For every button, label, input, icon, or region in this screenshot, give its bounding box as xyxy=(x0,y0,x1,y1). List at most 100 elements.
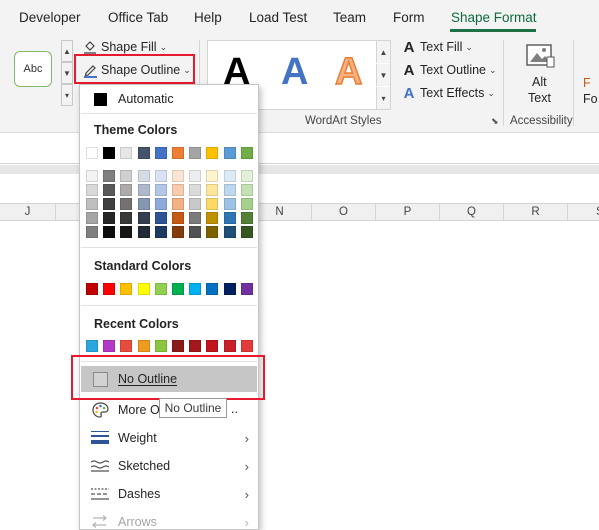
theme-color-swatch[interactable] xyxy=(86,170,98,182)
theme-color-swatch[interactable] xyxy=(172,198,184,210)
theme-color-swatch[interactable] xyxy=(86,184,98,196)
standard-color-swatch[interactable] xyxy=(154,283,167,295)
theme-color-swatch[interactable] xyxy=(240,184,253,196)
tab-developer[interactable]: Developer xyxy=(19,10,81,25)
theme-color-swatch[interactable] xyxy=(223,226,236,238)
theme-color-swatch[interactable] xyxy=(206,147,219,159)
tab-help[interactable]: Help xyxy=(194,10,222,25)
recent-color-swatch[interactable] xyxy=(120,340,133,352)
theme-color-swatch[interactable] xyxy=(206,170,219,182)
theme-color-swatch[interactable] xyxy=(120,226,133,238)
tab-office-tab[interactable]: Office Tab xyxy=(108,10,168,25)
theme-color-swatch[interactable] xyxy=(172,170,184,182)
theme-color-swatch[interactable] xyxy=(137,226,150,238)
theme-color-swatch[interactable] xyxy=(86,226,98,238)
partial-next-command-2[interactable]: Fo xyxy=(583,92,598,106)
gallery-more[interactable]: ▾ xyxy=(61,84,73,106)
theme-color-swatch[interactable] xyxy=(154,212,167,224)
column-header-p[interactable]: P xyxy=(376,204,440,221)
theme-color-swatch[interactable] xyxy=(189,170,202,182)
menu-item-dashes[interactable]: Dashes › xyxy=(81,481,257,507)
menu-item-automatic[interactable]: Automatic xyxy=(81,86,257,112)
standard-color-swatch[interactable] xyxy=(103,283,116,295)
recent-color-swatch[interactable] xyxy=(206,340,219,352)
theme-color-swatch[interactable] xyxy=(172,147,184,159)
standard-color-swatch[interactable] xyxy=(120,283,133,295)
theme-color-swatch[interactable] xyxy=(189,226,202,238)
wordart-more[interactable]: ▾ xyxy=(376,87,390,109)
theme-color-swatch[interactable] xyxy=(223,170,236,182)
theme-color-swatch[interactable] xyxy=(154,198,167,210)
theme-color-swatch[interactable] xyxy=(154,184,167,196)
theme-color-swatch[interactable] xyxy=(189,212,202,224)
column-header-s[interactable]: S xyxy=(568,204,599,221)
recent-color-swatch[interactable] xyxy=(86,340,98,352)
menu-item-sketched[interactable]: Sketched › xyxy=(81,453,257,479)
theme-color-swatch[interactable] xyxy=(103,170,116,182)
recent-color-swatch[interactable] xyxy=(223,340,236,352)
theme-color-swatch[interactable] xyxy=(240,226,253,238)
theme-color-swatch[interactable] xyxy=(223,147,236,159)
theme-color-swatch[interactable] xyxy=(103,212,116,224)
theme-color-swatch[interactable] xyxy=(240,170,253,182)
recent-color-swatch[interactable] xyxy=(240,340,253,352)
theme-color-swatch[interactable] xyxy=(86,198,98,210)
theme-color-swatch[interactable] xyxy=(223,212,236,224)
theme-color-swatch[interactable] xyxy=(137,212,150,224)
tab-team[interactable]: Team xyxy=(333,10,366,25)
text-fill-button[interactable]: A Text Fill ⌄ xyxy=(401,37,473,57)
theme-color-swatch[interactable] xyxy=(103,147,116,159)
theme-color-swatch[interactable] xyxy=(86,212,98,224)
standard-color-swatch[interactable] xyxy=(206,283,219,295)
wordart-scroll-down[interactable]: ▼ xyxy=(376,64,390,86)
wordart-style-orange[interactable]: A xyxy=(334,50,363,94)
partial-next-command-1[interactable]: F xyxy=(583,76,591,90)
recent-color-swatch[interactable] xyxy=(137,340,150,352)
theme-color-swatch[interactable] xyxy=(240,212,253,224)
theme-color-swatch[interactable] xyxy=(86,147,98,159)
recent-color-swatch[interactable] xyxy=(189,340,202,352)
theme-color-swatch[interactable] xyxy=(172,212,184,224)
theme-color-swatch[interactable] xyxy=(120,212,133,224)
gallery-scroll-up[interactable]: ▲ xyxy=(61,40,73,62)
wordart-scroll-up[interactable]: ▲ xyxy=(376,41,390,63)
text-effects-button[interactable]: A Text Effects ⌄ xyxy=(401,83,495,103)
tab-load-test[interactable]: Load Test xyxy=(249,10,307,25)
text-outline-button[interactable]: A Text Outline ⌄ xyxy=(401,60,497,80)
theme-color-swatch[interactable] xyxy=(240,198,253,210)
standard-color-swatch[interactable] xyxy=(240,283,253,295)
alt-text-button[interactable]: Alt Text xyxy=(520,42,560,105)
column-header-j[interactable]: J xyxy=(0,204,56,221)
theme-color-swatch[interactable] xyxy=(120,170,133,182)
tab-form[interactable]: Form xyxy=(393,10,425,25)
standard-color-swatch[interactable] xyxy=(137,283,150,295)
theme-color-swatch[interactable] xyxy=(137,170,150,182)
theme-color-swatch[interactable] xyxy=(240,147,253,159)
gallery-scroll-down[interactable]: ▼ xyxy=(61,62,73,84)
theme-color-swatch[interactable] xyxy=(154,147,167,159)
theme-color-swatch[interactable] xyxy=(206,184,219,196)
recent-color-swatch[interactable] xyxy=(172,340,184,352)
theme-color-swatch[interactable] xyxy=(103,198,116,210)
recent-color-swatch[interactable] xyxy=(103,340,116,352)
theme-color-swatch[interactable] xyxy=(206,226,219,238)
theme-color-swatch[interactable] xyxy=(120,147,133,159)
standard-color-swatch[interactable] xyxy=(223,283,236,295)
standard-color-swatch[interactable] xyxy=(189,283,202,295)
theme-color-swatch[interactable] xyxy=(137,147,150,159)
theme-color-swatch[interactable] xyxy=(189,184,202,196)
theme-color-swatch[interactable] xyxy=(137,198,150,210)
standard-color-swatch[interactable] xyxy=(86,283,98,295)
theme-color-swatch[interactable] xyxy=(223,198,236,210)
theme-color-swatch[interactable] xyxy=(103,184,116,196)
dialog-launcher-icon[interactable]: ⬊ xyxy=(491,116,499,127)
theme-color-swatch[interactable] xyxy=(223,184,236,196)
theme-color-swatch[interactable] xyxy=(189,147,202,159)
theme-color-swatch[interactable] xyxy=(189,198,202,210)
theme-color-swatch[interactable] xyxy=(120,198,133,210)
theme-color-swatch[interactable] xyxy=(172,226,184,238)
theme-color-swatch[interactable] xyxy=(206,212,219,224)
theme-color-swatch[interactable] xyxy=(137,184,150,196)
theme-color-swatch[interactable] xyxy=(154,170,167,182)
shape-style-thumbnail[interactable]: Abc xyxy=(14,51,52,87)
